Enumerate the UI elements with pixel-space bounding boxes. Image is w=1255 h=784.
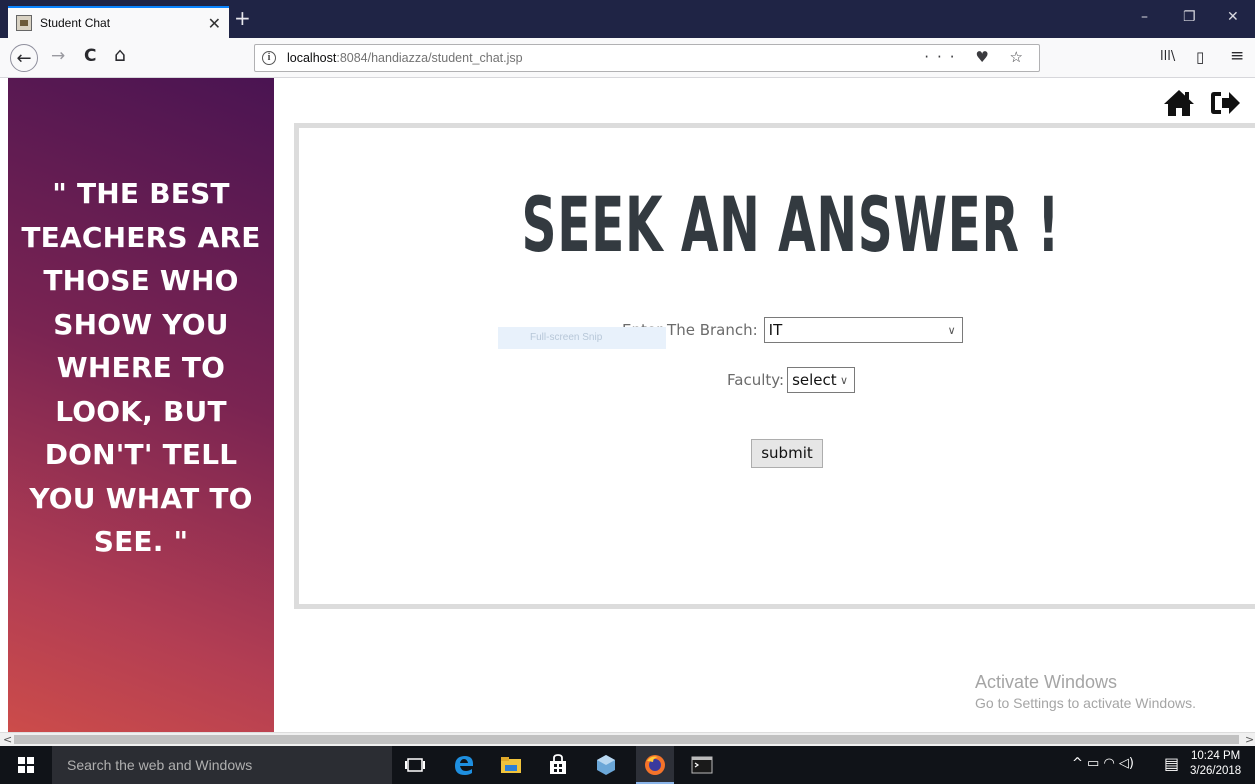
quote-sidebar: " THE BEST TEACHERS ARE THOSE WHO SHOW Y… (8, 78, 274, 732)
virtualbox-icon[interactable] (594, 753, 618, 777)
screen: Student Chat ✕ + – ❐ ✕ ← → C ⌂ i localho… (0, 0, 1255, 784)
faculty-label: Faculty: (727, 371, 785, 389)
scroll-left-arrow[interactable]: < (3, 733, 12, 747)
task-view-icon[interactable] (403, 753, 427, 777)
home-icon[interactable] (1163, 88, 1195, 118)
tab-close-icon[interactable]: ✕ (208, 14, 221, 33)
watermark-subtitle: Go to Settings to activate Windows. (975, 695, 1196, 711)
question-panel: SEEK AN ANSWER ! Enter The Branch: IT ∨ … (294, 123, 1255, 609)
chevron-down-icon: ∨ (840, 373, 849, 387)
navigation-toolbar: ← → C ⌂ i localhost:8084/handiazza/stude… (0, 38, 1255, 78)
snip-overlay-label: Full-screen Snip (498, 327, 666, 349)
new-tab-button[interactable]: + (234, 6, 251, 30)
reload-button[interactable]: C (84, 46, 96, 66)
sign-out-icon[interactable] (1209, 88, 1241, 118)
faculty-row: Faculty: select ∨ (727, 367, 856, 393)
firefox-taskbar-slot[interactable] (636, 746, 674, 784)
back-button[interactable]: ← (10, 44, 38, 72)
start-button[interactable] (0, 746, 52, 784)
store-icon[interactable] (546, 753, 570, 777)
activation-watermark: Activate Windows Go to Settings to activ… (975, 672, 1196, 711)
tab-strip: Student Chat ✕ + – ❐ ✕ (0, 0, 1255, 38)
firefox-icon (645, 755, 665, 775)
url-host: localhost (287, 51, 337, 65)
submit-button[interactable]: submit (751, 439, 823, 468)
faculty-selected-value: select (792, 371, 837, 389)
faculty-select[interactable]: select ∨ (787, 367, 856, 393)
command-prompt-icon[interactable] (690, 753, 714, 777)
taskbar: Search the web and Windows ^ ▭ ◠ ◁) ▤ 10… (0, 746, 1255, 784)
library-icon[interactable]: lll\ (1160, 49, 1175, 64)
page-title: SEEK AN ANSWER ! (521, 180, 1061, 269)
taskbar-search[interactable]: Search the web and Windows (52, 746, 392, 784)
site-info-icon[interactable]: i (262, 51, 276, 65)
windows-logo-icon (18, 757, 34, 773)
branch-selected-value: IT (768, 321, 783, 339)
minimize-button[interactable]: – (1141, 9, 1148, 25)
system-tray-icons[interactable]: ^ ▭ ◠ ◁) (1072, 756, 1134, 771)
branch-select[interactable]: IT ∨ (763, 317, 963, 343)
url-bar[interactable]: i localhost:8084/handiazza/student_chat.… (254, 44, 1040, 72)
notification-icon[interactable]: ▤ (1164, 754, 1179, 773)
chevron-down-icon: ∨ (947, 323, 956, 337)
watermark-title: Activate Windows (975, 672, 1118, 692)
home-button[interactable]: ⌂ (114, 44, 126, 66)
edge-icon[interactable] (452, 753, 476, 777)
sidebar-icon[interactable]: ▯ (1196, 48, 1204, 66)
menu-icon[interactable]: ≡ (1230, 46, 1244, 66)
url-text[interactable]: localhost:8084/handiazza/student_chat.js… (287, 51, 523, 65)
sidebar-quote: " THE BEST TEACHERS ARE THOSE WHO SHOW Y… (21, 177, 261, 558)
favicon-icon (16, 15, 32, 31)
tab-student-chat[interactable]: Student Chat ✕ (8, 6, 229, 38)
page-actions-icons[interactable]: ··· ♥ ☆ (924, 48, 1031, 66)
horizontal-scrollbar[interactable]: < > (0, 732, 1255, 746)
taskbar-clock[interactable]: 10:24 PM 3/26/2018 (1190, 749, 1241, 779)
close-window-button[interactable]: ✕ (1227, 9, 1239, 25)
header-icons (1163, 88, 1241, 118)
clock-time: 10:24 PM (1190, 750, 1241, 762)
restore-button[interactable]: ❐ (1183, 9, 1196, 25)
page-content: " THE BEST TEACHERS ARE THOSE WHO SHOW Y… (8, 78, 1255, 732)
file-explorer-icon[interactable] (499, 753, 523, 777)
forward-button[interactable]: → (51, 46, 65, 66)
branch-row: Enter The Branch: IT ∨ (622, 317, 963, 343)
tab-title: Student Chat (40, 16, 111, 30)
clock-date: 3/26/2018 (1190, 765, 1242, 777)
url-path: :8084/handiazza/student_chat.jsp (336, 51, 523, 65)
scroll-right-arrow[interactable]: > (1245, 733, 1254, 747)
scroll-thumb[interactable] (14, 735, 1239, 744)
